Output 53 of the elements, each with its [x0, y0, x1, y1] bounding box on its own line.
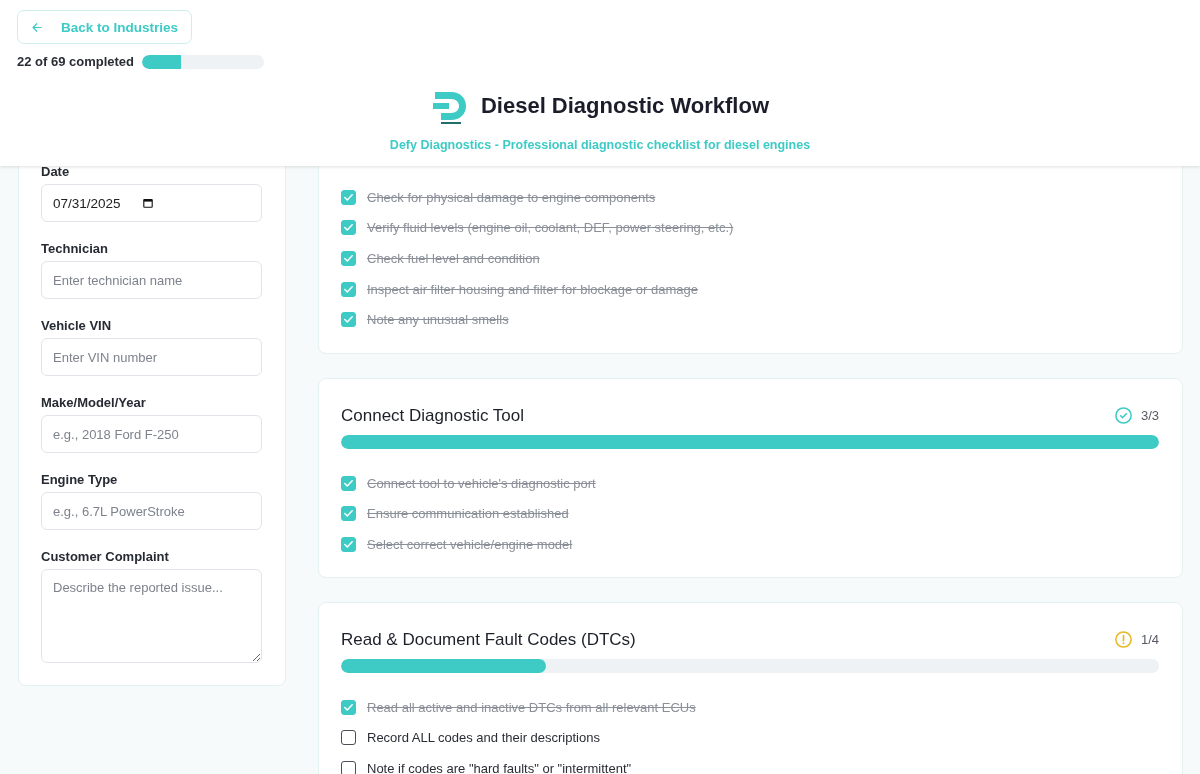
checkmark-icon — [344, 540, 353, 548]
input-field[interactable]: Enter technician name — [41, 261, 262, 299]
page-title: Diesel Diagnostic Workflow — [480, 93, 770, 119]
checklist-item: Check for physical damage to engine components — [367, 189, 656, 205]
checkbox[interactable] — [341, 251, 356, 266]
section-title: Read & Document Fault Codes (DTCs) — [341, 629, 636, 650]
checklist-item: Record ALL codes and their descriptions — [367, 730, 600, 746]
checkbox[interactable] — [341, 730, 356, 746]
section-title: Connect Diagnostic Tool — [341, 405, 524, 426]
field-label: Date — [41, 163, 71, 181]
section-count: 3/3 — [1140, 408, 1159, 424]
checklist-item: Inspect air filter housing and filter for blockage or damage — [367, 281, 698, 297]
checkmark-icon — [344, 510, 353, 518]
field-label: Make/Model/Year — [41, 394, 147, 412]
input-field[interactable]: Enter VIN number — [41, 338, 262, 376]
checkbox[interactable] — [341, 475, 356, 491]
checkbox[interactable] — [341, 220, 356, 236]
checklist-item: Connect tool to vehicle's diagnostic port — [367, 475, 596, 491]
check-circle-icon — [1113, 406, 1133, 426]
checklist-item: Read all active and inactive DTCs from all relevant ECUs — [367, 699, 696, 715]
checklist-item: Verify fluid levels (engine oil, coolant, DEF, power steering, etc.) — [367, 220, 734, 236]
input-field[interactable]: e.g., 2018 Ford F-250 — [41, 415, 262, 453]
checkbox[interactable] — [341, 699, 356, 715]
section-count: 1/4 — [1140, 632, 1159, 648]
checklist-item: Select correct vehicle/engine model — [367, 536, 573, 552]
checkbox[interactable] — [341, 760, 356, 774]
checkmark-icon — [344, 479, 353, 487]
checklist-item: Note if codes are "hard faults" or "intermittent" — [367, 760, 632, 774]
date-field[interactable]: 07/31/2025 — [41, 184, 262, 222]
checkmark-icon — [344, 316, 353, 324]
field-label: Vehicle VIN — [41, 317, 113, 335]
input-field[interactable]: e.g., 6.7L PowerStroke — [41, 492, 262, 530]
warning-circle-icon — [1113, 630, 1133, 650]
checkbox[interactable] — [341, 189, 356, 205]
checklist-item: Note any unusual smells — [367, 312, 509, 328]
complaint-field[interactable]: Describe the reported issue... — [41, 569, 262, 663]
progress-label: 22 of 69 completed — [17, 54, 135, 69]
checkmark-icon — [344, 224, 353, 232]
checkbox[interactable] — [341, 312, 356, 328]
checkbox[interactable] — [341, 506, 356, 522]
checklist-item: Check fuel level and condition — [367, 251, 540, 266]
checkmark-icon — [344, 255, 353, 262]
checklist-item: Ensure communication established — [367, 506, 569, 522]
checkmark-icon — [344, 193, 353, 201]
field-label: Customer Complaint — [41, 548, 170, 566]
checkbox[interactable] — [341, 536, 356, 552]
field-label: Engine Type — [41, 471, 119, 489]
checkbox[interactable] — [341, 281, 356, 297]
field-label: Technician — [41, 240, 109, 258]
calendar-icon — [140, 196, 155, 210]
page-subtitle: Defy Diagnostics - Professional diagnostic checklist for diesel engines — [389, 138, 811, 152]
checkmark-icon — [344, 285, 353, 293]
checkmark-icon — [344, 703, 353, 711]
